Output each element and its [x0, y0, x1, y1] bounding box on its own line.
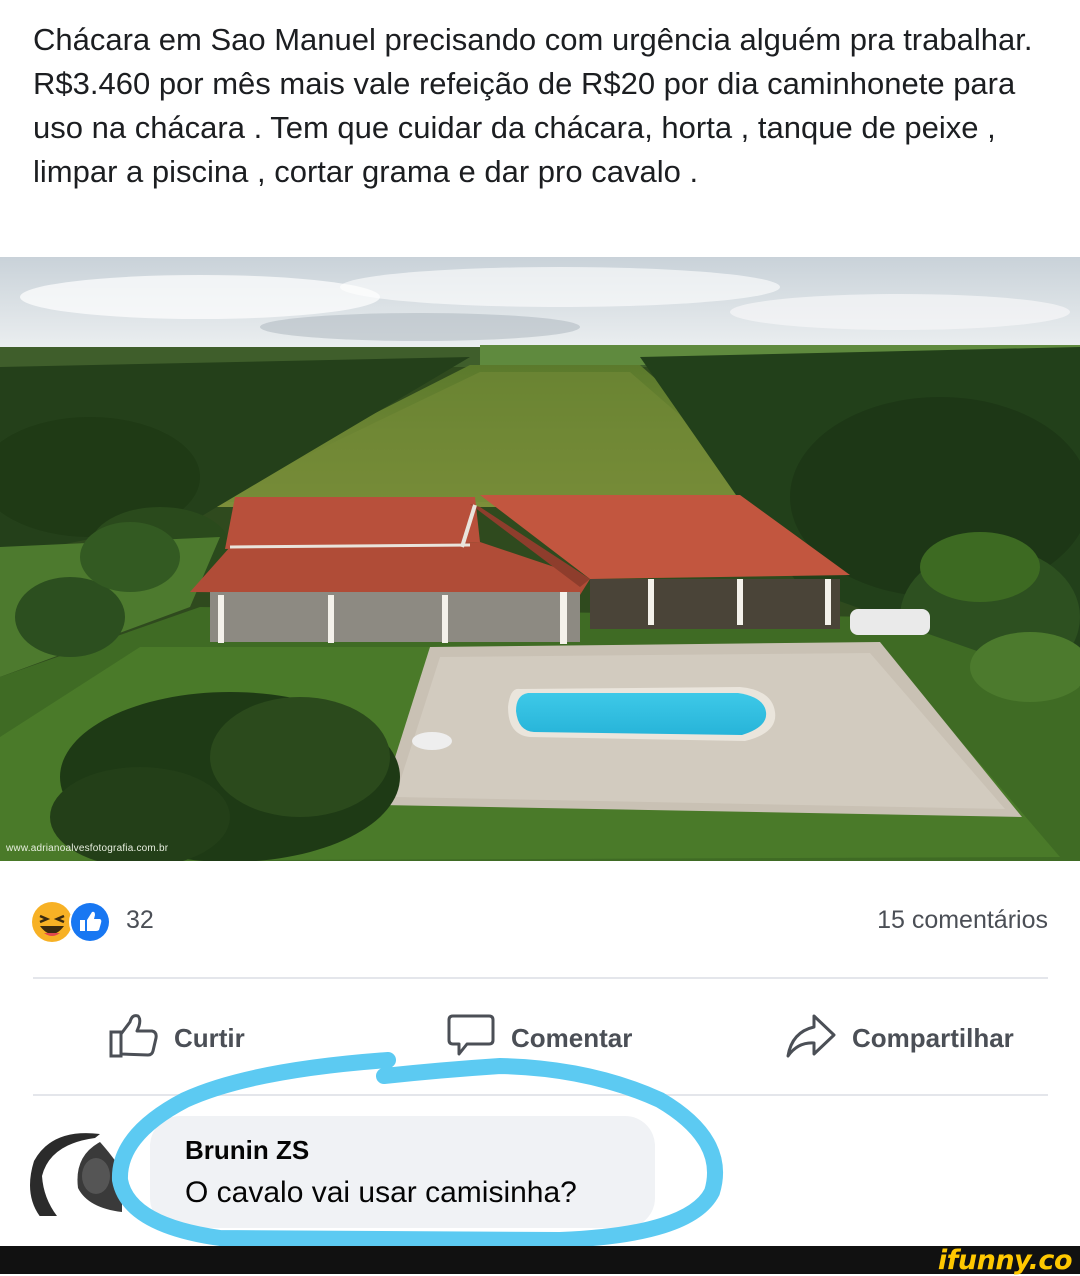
- avatar[interactable]: [30, 1116, 130, 1216]
- comment-bubble[interactable]: Brunin ZS O cavalo vai usar camisinha?: [150, 1116, 655, 1228]
- photo-watermark: www.adrianoalvesfotografia.com.br: [6, 843, 169, 854]
- reaction-count[interactable]: 32: [126, 906, 154, 935]
- divider-top: [33, 977, 1048, 979]
- share-arrow-icon: [784, 1010, 838, 1067]
- reaction-icons: [30, 900, 120, 944]
- post-text: Chácara em Sao Manuel precisando com urg…: [33, 22, 1033, 189]
- like-button[interactable]: Curtir: [108, 1010, 245, 1066]
- comment-bubble-icon: [445, 1010, 497, 1067]
- share-button[interactable]: Compartilhar: [784, 1010, 1014, 1066]
- comment-author[interactable]: Brunin ZS: [185, 1135, 309, 1166]
- ifunny-logo: ifunny.co: [937, 1245, 1073, 1276]
- reactions-summary[interactable]: 32 15 comentários: [30, 898, 1048, 944]
- thumbs-up-icon: [108, 1010, 160, 1067]
- post-photo[interactable]: [0, 257, 1080, 861]
- like-label: Curtir: [174, 1022, 245, 1053]
- comments-count[interactable]: 15 comentários: [877, 906, 1048, 935]
- laughing-emoji-icon: [32, 902, 72, 942]
- comment-label: Comentar: [511, 1022, 633, 1053]
- comment: Brunin ZS O cavalo vai usar camisinha?: [0, 1096, 1080, 1246]
- share-label: Compartilhar: [852, 1022, 1014, 1053]
- comment-button[interactable]: Comentar: [445, 1010, 632, 1066]
- footer-bar: [0, 1246, 1080, 1274]
- comment-text: O cavalo vai usar camisinha?: [185, 1176, 577, 1209]
- like-thumb-icon: [69, 901, 111, 943]
